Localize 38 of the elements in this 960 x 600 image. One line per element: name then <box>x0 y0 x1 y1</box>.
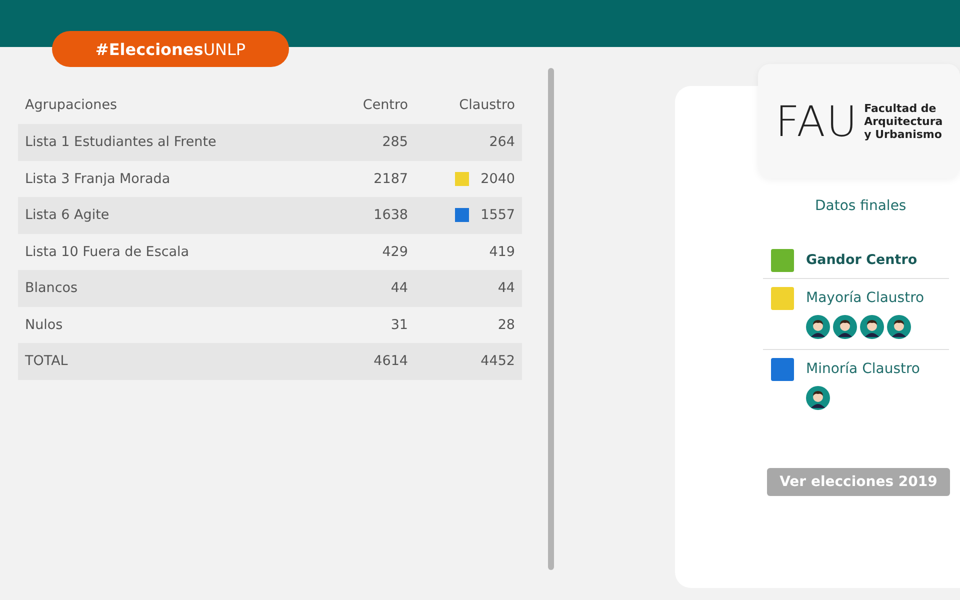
table-cell-text: 1638 <box>372 207 408 224</box>
person-avatar-icon <box>860 315 884 339</box>
party-name: Lista 1 Estudiantes al Frente <box>24 134 218 150</box>
logo-mark: FAU <box>775 96 858 146</box>
party-name: Lista 10 Fuera de Escala <box>24 244 190 260</box>
column-header: Centro <box>362 97 408 113</box>
table-cell-text: 429 <box>381 244 408 260</box>
column-header: Claustro <box>458 97 516 113</box>
person-avatar-icon <box>806 386 830 410</box>
results-title: Datos finales <box>815 198 906 214</box>
party-name: Lista 3 Franja Morada <box>24 170 172 187</box>
table-cell: 264 <box>489 134 515 150</box>
table-cell-text: 285 <box>381 134 408 150</box>
result-label: Minoría Claustro <box>806 360 920 379</box>
table-cell-text: 31 <box>390 316 408 333</box>
table-cell-text: 4614 <box>372 353 408 370</box>
previous-elections-button[interactable]: Ver elecciones 2019 <box>767 468 950 496</box>
column-header: Agrupaciones <box>24 97 118 113</box>
table-cell: 4452 <box>480 353 515 370</box>
scrollbar[interactable] <box>548 68 554 570</box>
party-name: Lista 6 Agite <box>24 207 110 224</box>
table-cell: 419 <box>489 244 515 260</box>
person-avatar-icon <box>887 315 911 339</box>
party-name: TOTAL <box>24 353 69 370</box>
logo-text: Facultad de Arquitectura y Urbanismo <box>864 102 943 140</box>
table-cell: 28 <box>498 316 515 333</box>
person-avatar-icon <box>833 315 857 339</box>
result-label: Mayoría Claustro <box>806 289 924 308</box>
person-avatar-icon <box>806 315 830 339</box>
result-label: Gandor Centro <box>806 251 918 270</box>
table-cell: 1557 <box>480 207 515 224</box>
party-name: Blancos <box>24 280 79 296</box>
table-cell-text: 44 <box>390 280 408 296</box>
table-cell: 2040 <box>480 170 515 187</box>
table-cell-text: 2187 <box>372 170 408 187</box>
table-cell: 44 <box>498 280 515 296</box>
party-name: Nulos <box>24 316 64 333</box>
hashtag-tab[interactable]: #EleccionesUNLP <box>52 31 289 67</box>
